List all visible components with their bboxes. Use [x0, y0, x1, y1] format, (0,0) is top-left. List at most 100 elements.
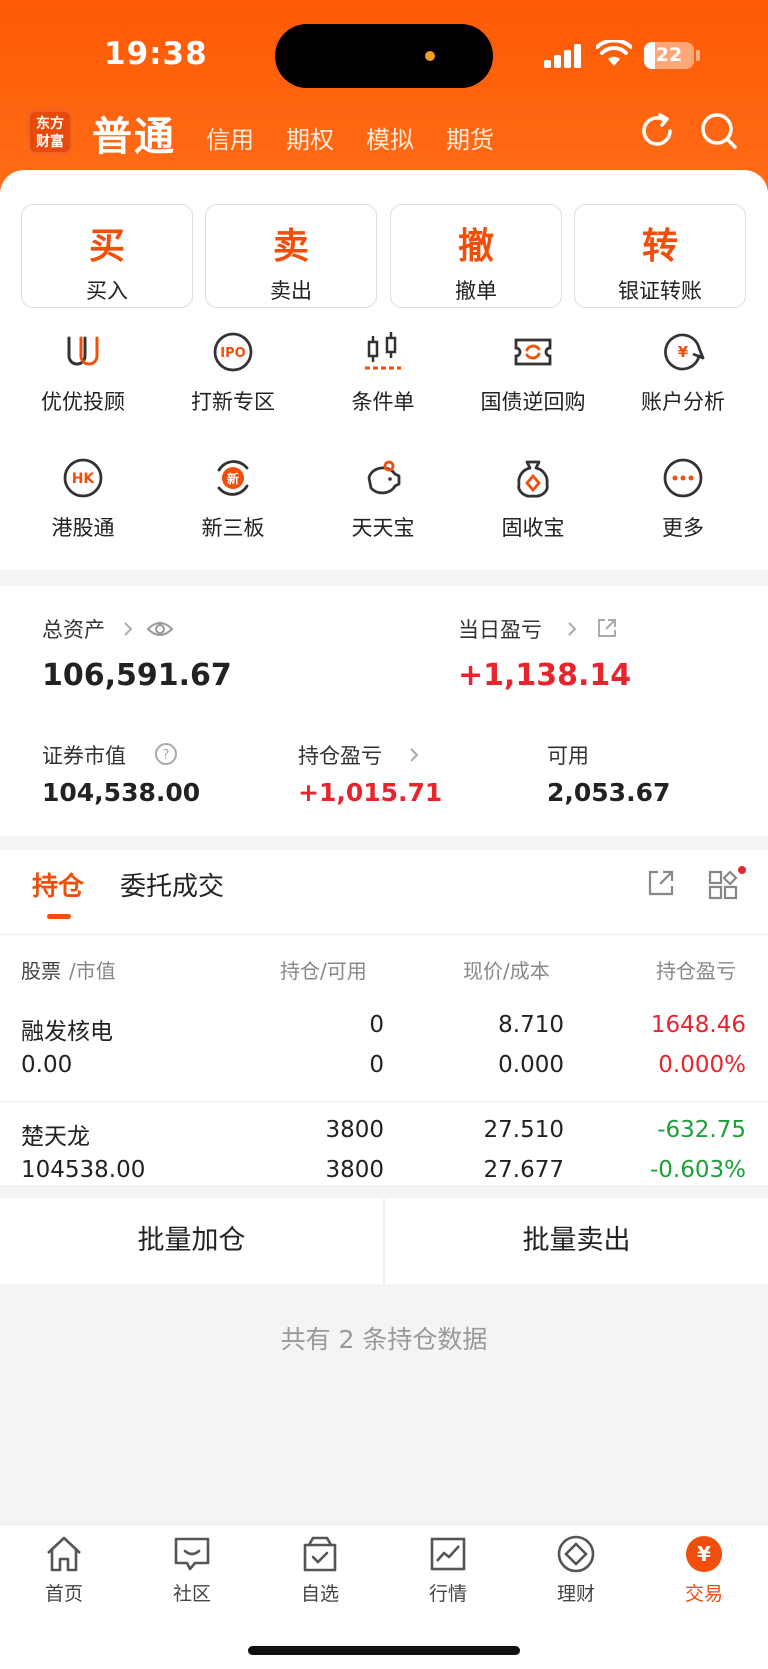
header-price: 现价/成本 — [463, 959, 550, 983]
tab-orders[interactable]: 委托成交 — [120, 866, 224, 903]
tab-trade[interactable]: ¥ 交易 — [640, 1533, 768, 1606]
chevron-right-icon — [124, 622, 133, 636]
wealth-icon — [557, 1535, 595, 1573]
feature-more[interactable]: 更多 — [608, 456, 758, 542]
position-pnl-pct: 0.000% — [658, 1052, 746, 1078]
home-indicator[interactable] — [248, 1646, 520, 1655]
holding-pnl-label[interactable]: 持仓盈亏 — [298, 740, 382, 770]
grid-settings-icon[interactable] — [708, 866, 748, 902]
trade-card: 买买入 卖卖出 撤撤单 转银证转账 优优投顾 IPO 打新专区 条件单 国债逆回… — [0, 170, 768, 570]
feature-account-analysis[interactable]: ¥ 账户分析 — [608, 330, 758, 416]
tab-watchlist[interactable]: 自选 — [256, 1533, 384, 1606]
assets-panel: 总资产 106,591.67 当日盈亏 +1,138.14 证券市值 ? 104… — [0, 586, 768, 836]
search-icon[interactable] — [698, 110, 740, 152]
new-third-board-icon: 新 — [217, 460, 249, 496]
batch-add-button[interactable]: 批量加仓 — [0, 1198, 383, 1284]
feature-tiantianbao[interactable]: 天天宝 — [308, 456, 458, 542]
position-pnl: -632.75 — [657, 1117, 746, 1143]
positions-summary: 共有 2 条持仓数据 — [280, 1325, 488, 1354]
stock-name: 楚天龙 — [21, 1124, 90, 1150]
available-label: 可用 — [547, 744, 589, 768]
buy-button[interactable]: 买买入 — [21, 204, 193, 308]
hold-qty: 3800 — [325, 1117, 384, 1143]
table-row[interactable]: 融发核电 0.00 0 0 8.710 0.000 1648.46 0.000% — [0, 998, 768, 1102]
svg-text:¥: ¥ — [697, 1542, 711, 1566]
chevron-right-icon — [410, 748, 419, 762]
tab-options[interactable]: 期权 — [286, 120, 334, 155]
avail-qty: 0 — [369, 1052, 384, 1078]
market-icon — [430, 1537, 466, 1571]
bank-transfer-button[interactable]: 转银证转账 — [574, 204, 746, 308]
stock-value: 0.00 — [21, 1052, 73, 1078]
feature-conditional-order[interactable]: 条件单 — [308, 330, 458, 416]
sell-button[interactable]: 卖卖出 — [205, 204, 377, 308]
account-analysis-icon: ¥ — [664, 333, 705, 371]
batch-sell-button[interactable]: 批量卖出 — [385, 1198, 768, 1284]
header-pnl: 持仓盈亏 — [656, 959, 736, 983]
total-assets-label[interactable]: 总资产 — [42, 614, 105, 644]
uu-advisor-icon — [67, 336, 99, 366]
feature-uu-advisor[interactable]: 优优投顾 — [8, 330, 158, 416]
dynamic-island — [275, 24, 493, 88]
svg-text:?: ? — [163, 748, 170, 763]
export-icon[interactable] — [646, 868, 676, 898]
positions-panel: 持仓 委托成交 股票 /市值 持仓/可用 现价/成本 持仓盈亏 融发核电 0.0… — [0, 850, 768, 1207]
tab-wealth[interactable]: 理财 — [512, 1533, 640, 1606]
daily-pnl-label[interactable]: 当日盈亏 — [458, 614, 542, 644]
more-icon — [663, 458, 703, 498]
position-pnl-pct: -0.603% — [650, 1157, 746, 1183]
feature-treasury-repo[interactable]: 国债逆回购 — [458, 330, 608, 416]
avail-qty: 3800 — [325, 1157, 384, 1183]
piggy-bank-icon — [367, 460, 401, 495]
market-value-value: 104,538.00 — [42, 778, 201, 807]
current-price: 8.710 — [498, 1012, 564, 1038]
repo-icon — [514, 338, 552, 366]
watchlist-icon — [303, 1536, 337, 1572]
daily-pnl-value: +1,138.14 — [458, 658, 632, 693]
stock-name: 融发核电 — [21, 1019, 113, 1045]
batch-actions: 批量加仓 批量卖出 — [0, 1198, 768, 1284]
chevron-right-icon — [568, 622, 577, 636]
wifi-icon — [596, 40, 632, 66]
header-stock-sub: /市值 — [69, 959, 116, 983]
tab-normal[interactable]: 普通 — [92, 104, 176, 162]
home-icon — [47, 1536, 81, 1572]
market-value-label: 证券市值 — [42, 744, 126, 768]
feature-new-third-board[interactable]: 新 新三板 — [158, 456, 308, 542]
current-price: 27.510 — [483, 1117, 564, 1143]
active-tab-indicator — [47, 914, 71, 919]
tab-credit[interactable]: 信用 — [206, 120, 254, 155]
battery-level: 22 — [655, 44, 683, 66]
feature-hk-connect[interactable]: HK 港股通 — [8, 456, 158, 542]
refresh-icon[interactable] — [636, 110, 678, 152]
money-bag-icon — [517, 460, 549, 498]
cancel-order-button[interactable]: 撤撤单 — [390, 204, 562, 308]
tab-community[interactable]: 社区 — [128, 1533, 256, 1606]
feature-gushoubao[interactable]: 固收宝 — [458, 456, 608, 542]
share-icon[interactable] — [595, 616, 619, 640]
tab-simulated[interactable]: 模拟 — [366, 120, 414, 155]
tab-market[interactable]: 行情 — [384, 1533, 512, 1606]
eye-icon[interactable] — [146, 618, 174, 640]
tab-home[interactable]: 首页 — [0, 1533, 128, 1606]
help-icon[interactable]: ? — [154, 742, 178, 766]
battery-icon: 22 — [644, 42, 694, 69]
position-pnl: 1648.46 — [650, 1012, 746, 1038]
cost-price: 27.677 — [483, 1157, 564, 1183]
svg-text:新: 新 — [227, 471, 239, 486]
header-hold: 持仓/可用 — [280, 959, 367, 983]
available-value: 2,053.67 — [547, 778, 671, 807]
eastmoney-logo[interactable]: 东方 财富 — [28, 110, 72, 154]
status-bar: 19:38 22 — [0, 0, 768, 110]
table-row[interactable]: 楚天龙 104538.00 3800 3800 27.510 27.677 -6… — [0, 1103, 768, 1207]
tab-positions[interactable]: 持仓 — [32, 866, 84, 903]
hold-qty: 0 — [369, 1012, 384, 1038]
header-stock: 股票 — [21, 959, 61, 983]
candlestick-icon — [365, 332, 401, 370]
community-icon — [174, 1537, 210, 1571]
total-assets-value: 106,591.67 — [42, 658, 232, 693]
cellular-signal-icon — [544, 44, 584, 68]
feature-ipo[interactable]: IPO 打新专区 — [158, 330, 308, 416]
stock-value: 104538.00 — [21, 1157, 146, 1183]
tab-futures[interactable]: 期货 — [446, 120, 494, 155]
